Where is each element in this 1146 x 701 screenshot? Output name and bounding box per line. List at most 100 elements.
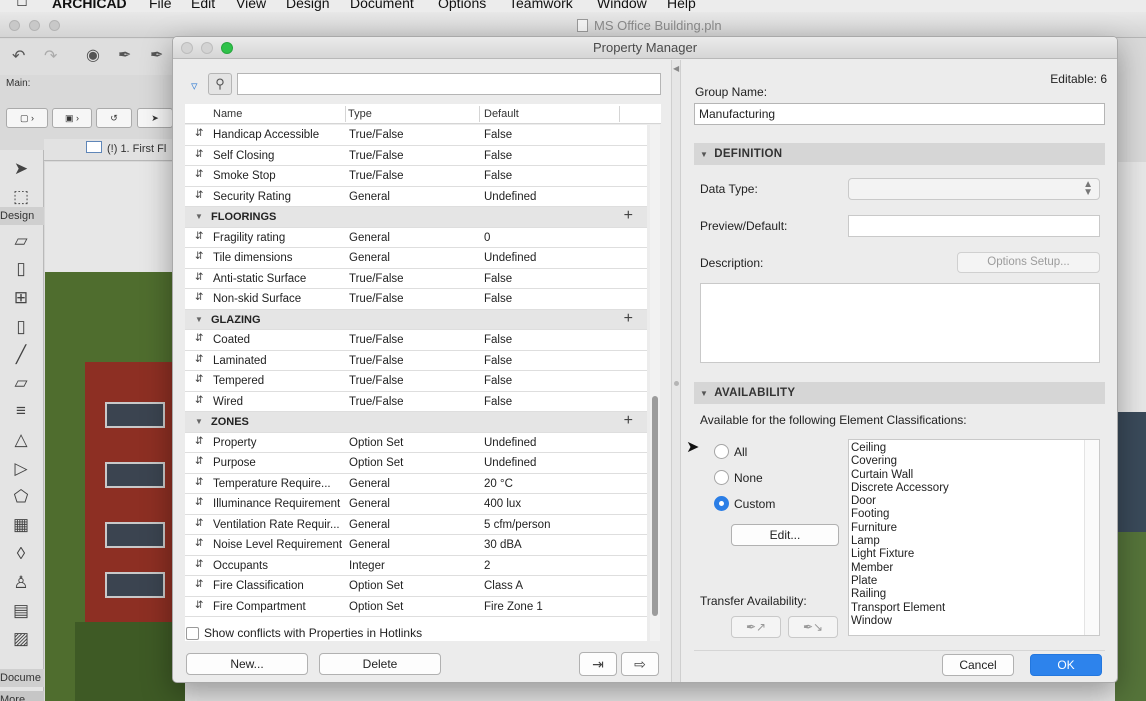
property-row[interactable]: ⇵ Property Option Set Undefined: [185, 432, 647, 453]
reorder-handle-icon[interactable]: ⇵: [195, 559, 203, 570]
import-button[interactable]: ⇥: [579, 652, 617, 676]
menu-file[interactable]: File: [149, 0, 172, 11]
radio-none[interactable]: [714, 470, 729, 485]
classification-item[interactable]: Door: [851, 495, 1097, 508]
curtain-wall-tool-icon[interactable]: ▦: [10, 516, 32, 534]
disclosure-triangle-icon[interactable]: ▼: [195, 212, 203, 221]
disclosure-triangle-icon[interactable]: ▼: [195, 315, 203, 324]
group-name-input[interactable]: [694, 103, 1105, 125]
property-row[interactable]: ⇵ Laminated True/False False: [185, 350, 647, 371]
column-tool-icon[interactable]: ▯: [10, 318, 32, 336]
syringe-icon[interactable]: ✒: [150, 45, 163, 65]
group-row[interactable]: ▼ ZONES +: [185, 412, 647, 433]
reorder-handle-icon[interactable]: ⇵: [195, 518, 203, 529]
reorder-handle-icon[interactable]: ⇵: [195, 497, 203, 508]
toolbox-section-more[interactable]: More: [0, 691, 44, 701]
roof-tool-icon[interactable]: △: [10, 431, 32, 449]
search-input[interactable]: [237, 73, 661, 95]
classification-item[interactable]: Discrete Accessory: [851, 482, 1097, 495]
reorder-handle-icon[interactable]: ⇵: [195, 538, 203, 549]
menu-edit[interactable]: Edit: [191, 0, 215, 11]
toolbox-section-document[interactable]: Docume: [0, 669, 44, 687]
classification-scrollbar[interactable]: [1084, 440, 1099, 635]
add-property-icon[interactable]: +: [624, 207, 633, 225]
property-row[interactable]: ⇵ Self Closing True/False False: [185, 145, 647, 166]
menu-teamwork[interactable]: Teamwork: [509, 0, 573, 11]
property-row[interactable]: ⇵ Temperature Require... General 20 °C: [185, 473, 647, 494]
add-property-icon[interactable]: +: [624, 310, 633, 328]
reorder-handle-icon[interactable]: ⇵: [195, 374, 203, 385]
classification-list[interactable]: Ceiling Covering Curtain Wall Discrete Acce…: [848, 439, 1100, 636]
classification-item[interactable]: Window: [851, 615, 1097, 628]
property-row[interactable]: ⇵ Occupants Integer 2: [185, 555, 647, 576]
column-divider[interactable]: [619, 106, 620, 122]
window-tool-icon[interactable]: ⊞: [10, 289, 32, 307]
export-button[interactable]: ⇨: [621, 652, 659, 676]
apple-icon[interactable]: : [16, 0, 28, 11]
menu-view[interactable]: View: [236, 0, 266, 11]
door-tool-icon[interactable]: ▯: [10, 260, 32, 278]
transfer-inject-button[interactable]: ✒↘: [788, 616, 838, 638]
gravity-selector[interactable]: ↺: [96, 108, 132, 128]
stair-tool-icon[interactable]: ≡: [10, 402, 32, 420]
property-row[interactable]: ⇵ Noise Level Requirement General 30 dBA: [185, 535, 647, 556]
classification-item[interactable]: Ceiling: [851, 442, 1097, 455]
property-row[interactable]: ⇵ Security Rating General Undefined: [185, 186, 647, 207]
zoom-icon[interactable]: [49, 20, 60, 31]
reorder-handle-icon[interactable]: ⇵: [195, 579, 203, 590]
zone-tool-icon[interactable]: ▤: [10, 602, 32, 620]
classification-item[interactable]: Lamp: [851, 535, 1097, 548]
property-row[interactable]: ⇵ Anti-static Surface True/False False: [185, 268, 647, 289]
property-row[interactable]: ⇵ Coated True/False False: [185, 330, 647, 351]
radio-custom-label[interactable]: Custom: [734, 497, 775, 511]
arrow-tool-selector[interactable]: ➤: [137, 108, 173, 128]
railing-tool-icon[interactable]: ▨: [10, 630, 32, 648]
availability-section-header[interactable]: ▼ AVAILABILITY: [694, 382, 1105, 404]
classification-item[interactable]: Covering: [851, 455, 1097, 468]
classification-item[interactable]: Curtain Wall: [851, 469, 1097, 482]
group-row[interactable]: ▼ FLOORINGS +: [185, 207, 647, 228]
menu-help[interactable]: Help: [667, 0, 696, 11]
pane-splitter[interactable]: [671, 60, 681, 682]
data-type-select[interactable]: ▲ ▼: [848, 178, 1100, 200]
menu-document[interactable]: Document: [350, 0, 414, 11]
classification-item[interactable]: Light Fixture: [851, 548, 1097, 561]
collapse-arrow-icon[interactable]: ◀: [673, 64, 679, 73]
property-row[interactable]: ⇵ Smoke Stop True/False False: [185, 166, 647, 187]
delete-button[interactable]: Delete: [319, 653, 441, 675]
column-divider[interactable]: [345, 106, 346, 122]
property-row[interactable]: ⇵ Handicap Accessible True/False False: [185, 125, 647, 146]
radio-none-label[interactable]: None: [734, 471, 763, 485]
eyedropper-icon[interactable]: ✒: [118, 45, 131, 65]
wall-tool-icon[interactable]: ▱: [10, 232, 32, 250]
close-icon[interactable]: [9, 20, 20, 31]
reorder-handle-icon[interactable]: ⇵: [195, 190, 203, 201]
reorder-handle-icon[interactable]: ⇵: [195, 456, 203, 467]
slab-tool-icon[interactable]: ▱: [10, 374, 32, 392]
reorder-handle-icon[interactable]: ⇵: [195, 169, 203, 180]
minimize-icon[interactable]: [29, 20, 40, 31]
info-selector-1[interactable]: ▢ ›: [6, 108, 48, 128]
menu-app[interactable]: ARCHICAD: [52, 0, 127, 11]
menu-design[interactable]: Design: [286, 0, 330, 11]
classification-item[interactable]: Furniture: [851, 522, 1097, 535]
ok-button[interactable]: OK: [1030, 654, 1102, 676]
classification-item[interactable]: Transport Element: [851, 602, 1097, 615]
reorder-handle-icon[interactable]: ⇵: [195, 600, 203, 611]
filter-icon[interactable]: ▿: [191, 78, 198, 94]
object-tool-icon[interactable]: ♙: [10, 574, 32, 592]
disclosure-triangle-icon[interactable]: ▼: [195, 417, 203, 426]
new-button[interactable]: New...: [186, 653, 308, 675]
menu-options[interactable]: Options: [438, 0, 486, 11]
reorder-handle-icon[interactable]: ⇵: [195, 354, 203, 365]
find-select-icon[interactable]: ◉: [86, 45, 100, 65]
property-row[interactable]: ⇵ Non-skid Surface True/False False: [185, 289, 647, 310]
classification-item[interactable]: Member: [851, 562, 1097, 575]
property-row[interactable]: ⇵ Illuminance Requirement General 400 lux: [185, 494, 647, 515]
edit-classifications-button[interactable]: Edit...: [731, 524, 839, 546]
description-textarea[interactable]: [700, 283, 1100, 363]
reorder-handle-icon[interactable]: ⇵: [195, 477, 203, 488]
classification-item[interactable]: Railing: [851, 588, 1097, 601]
reorder-handle-icon[interactable]: ⇵: [195, 333, 203, 344]
radio-all-label[interactable]: All: [734, 445, 747, 459]
